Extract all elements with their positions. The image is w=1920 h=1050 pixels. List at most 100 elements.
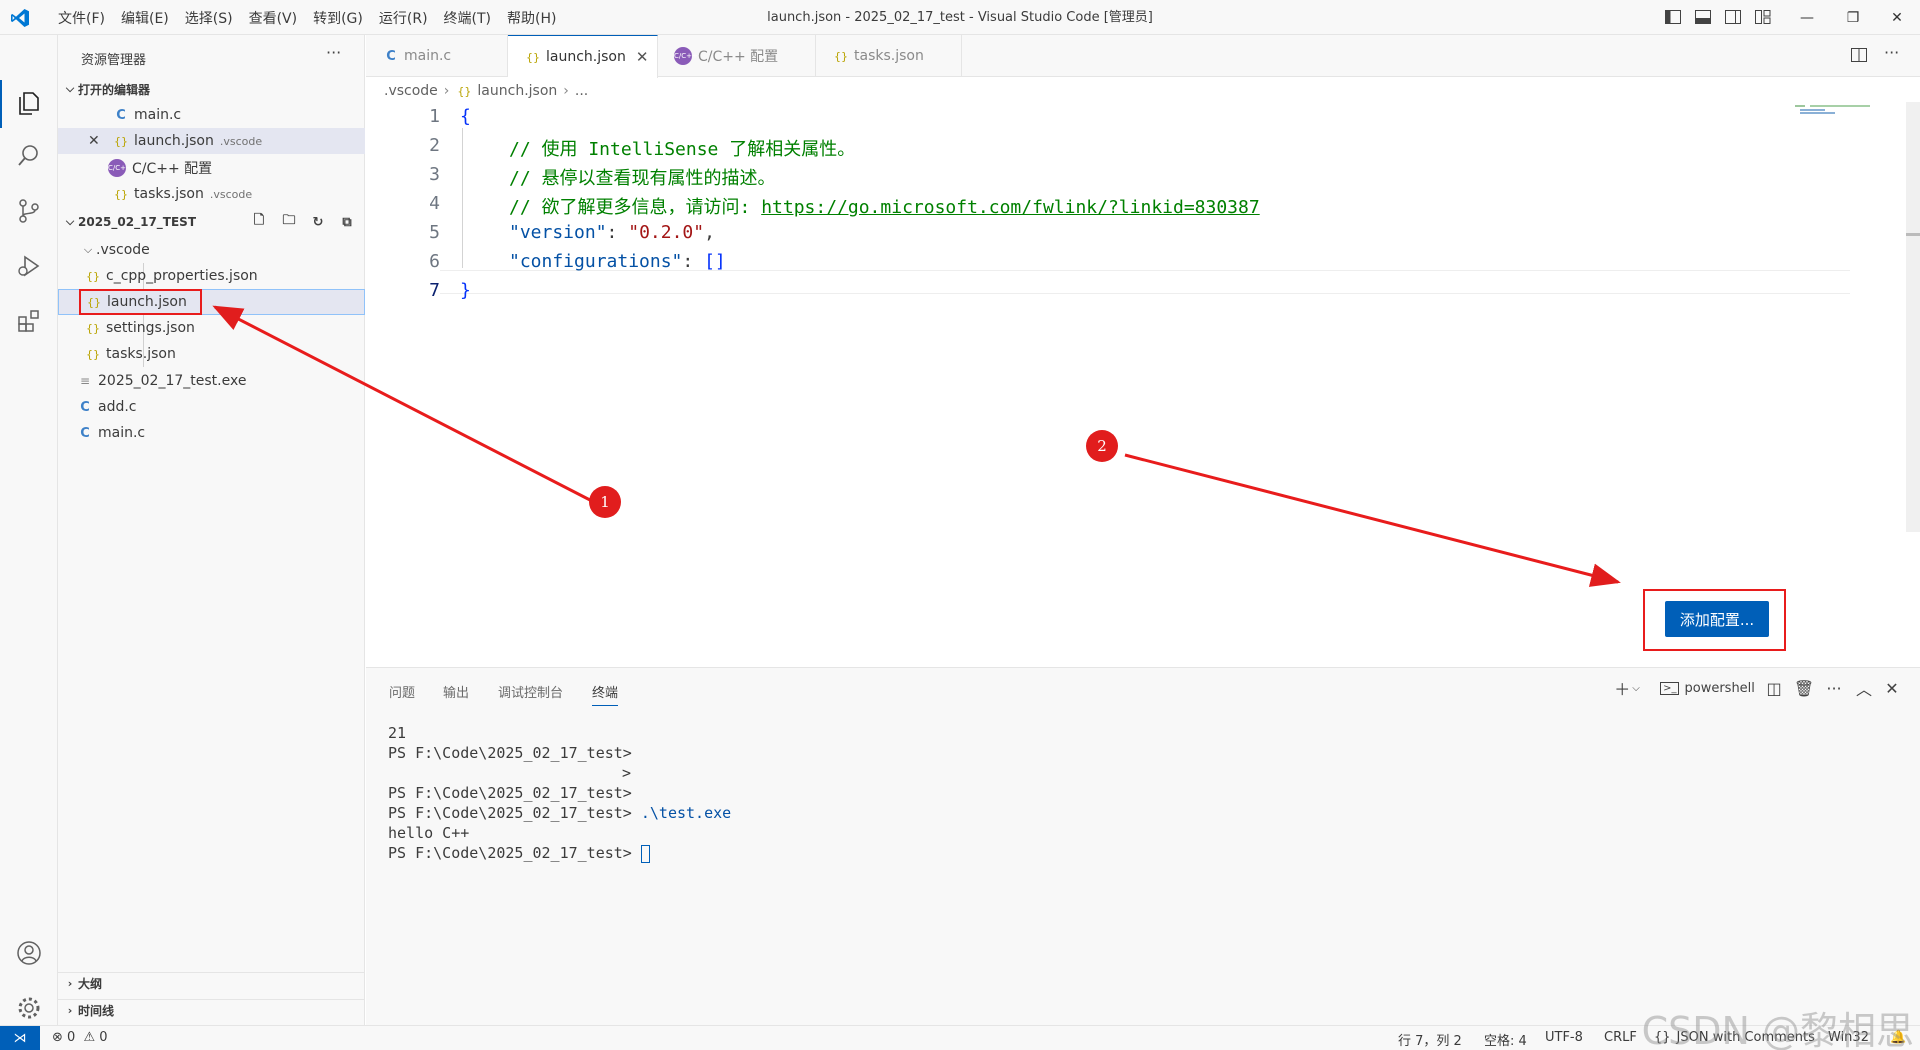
timeline-header[interactable]: › 时间线 <box>58 999 365 1021</box>
terminal-prompt[interactable]: PS F:\Code\2025_02_17_test> <box>388 844 650 863</box>
open-editors-header[interactable]: ⌵ 打开的编辑器 <box>58 78 365 100</box>
terminal-line: PS F:\Code\2025_02_17_test> <box>388 784 632 802</box>
indentation-status[interactable]: 空格: 4 <box>1484 1030 1527 1049</box>
c-file-icon: C <box>80 399 90 415</box>
warning-icon: ⚠ <box>83 1030 96 1045</box>
close-window-button[interactable]: ✕ <box>1874 0 1920 35</box>
panel-tab-problems[interactable]: 问题 <box>389 682 415 701</box>
tree-folder-vscode[interactable]: ⌵ .vscode <box>58 237 365 263</box>
more-actions-icon[interactable]: ··· <box>326 43 341 62</box>
tree-file-add-c[interactable]: C add.c <box>58 394 365 420</box>
customize-layout-icon[interactable] <box>1754 8 1772 26</box>
menu-terminal[interactable]: 终端(T) <box>436 8 499 28</box>
terminal-command: .\test.exe <box>640 804 732 822</box>
code-editor[interactable]: 1 2 3 4 5 6 7 { // 使用 IntelliSense 了解相关属… <box>366 102 1920 667</box>
explorer-icon[interactable] <box>13 87 45 119</box>
json-file-icon: {} <box>86 321 100 335</box>
source-control-icon[interactable] <box>13 195 45 227</box>
chevron-right-icon: › <box>443 83 450 99</box>
menu-run[interactable]: 运行(R) <box>371 8 436 28</box>
folder-header[interactable]: ⌵ 2025_02_17_TEST 🗋 🗀 ↻ ⧉ <box>58 211 365 233</box>
menu-view[interactable]: 查看(V) <box>241 8 306 28</box>
c-file-icon: C <box>386 48 396 64</box>
refresh-icon[interactable]: ↻ <box>307 211 329 233</box>
open-editor-main-c[interactable]: C main.c <box>58 102 365 128</box>
split-terminal-icon[interactable]: ◫ <box>1762 676 1786 700</box>
new-file-icon[interactable]: 🗋 <box>248 211 270 233</box>
terminal-icon: >_ <box>1660 681 1680 695</box>
toggle-secondary-sidebar-icon[interactable] <box>1724 8 1742 26</box>
editor-scrollbar[interactable] <box>1906 102 1920 532</box>
terminal-cursor <box>640 844 650 863</box>
line-number: 4 <box>429 193 440 214</box>
tab-tasks-json[interactable]: {} tasks.json <box>816 35 962 77</box>
chevron-right-icon: › <box>563 83 569 99</box>
open-editor-tasks-json[interactable]: {} tasks.json .vscode <box>58 181 365 207</box>
tab-launch-json[interactable]: {} launch.json ✕ <box>508 35 658 78</box>
split-editor-icon[interactable] <box>1850 46 1870 66</box>
new-terminal-icon[interactable]: ＋ ⌵ <box>1612 676 1642 700</box>
close-tab-icon[interactable]: ✕ <box>636 48 649 66</box>
terminal-line: PS F:\Code\2025_02_17_test> .\test.exe <box>388 804 732 822</box>
remote-indicator-icon[interactable]: ⋊ <box>0 1026 40 1050</box>
panel-tab-terminal[interactable]: 终端 <box>592 682 619 706</box>
toggle-primary-sidebar-icon[interactable] <box>1664 8 1682 26</box>
panel-more-actions-icon[interactable]: ··· <box>1822 676 1846 700</box>
extensions-icon[interactable] <box>13 305 45 337</box>
breadcrumb-file[interactable]: launch.json <box>477 83 557 99</box>
minimap[interactable] <box>1790 102 1880 122</box>
manage-gear-icon[interactable] <box>13 992 45 1024</box>
line-number: 2 <box>429 135 440 156</box>
cpp-config-icon: C/C++ <box>674 47 698 65</box>
close-panel-icon[interactable]: ✕ <box>1880 676 1904 700</box>
explorer-sidebar: 资源管理器 ··· ⌵ 打开的编辑器 C main.c ✕ {} launch.… <box>58 35 365 1025</box>
code-link[interactable]: https://go.microsoft.com/fwlink/?linkid=… <box>761 197 1260 218</box>
line-number: 3 <box>429 164 440 185</box>
menu-go[interactable]: 转到(G) <box>305 8 371 28</box>
new-folder-icon[interactable]: 🗀 <box>278 211 300 233</box>
menu-selection[interactable]: 选择(S) <box>177 8 241 28</box>
cursor-position[interactable]: 行 7，列 2 <box>1398 1030 1462 1049</box>
breadcrumb-folder[interactable]: .vscode <box>384 83 438 99</box>
open-editor-launch-json[interactable]: ✕ {} launch.json .vscode <box>58 128 365 154</box>
menu-edit[interactable]: 编辑(E) <box>113 8 177 28</box>
outline-header[interactable]: › 大纲 <box>58 972 365 994</box>
restore-button[interactable]: ❐ <box>1830 0 1876 35</box>
account-icon[interactable] <box>13 937 45 969</box>
breadcrumb: .vscode › {} launch.json › ... <box>384 80 588 102</box>
tree-file-main-c[interactable]: C main.c <box>58 420 365 446</box>
tab-main-c[interactable]: C main.c <box>366 35 508 77</box>
tree-file-tasks-json[interactable]: {} tasks.json <box>58 341 365 367</box>
terminal-shell-selector[interactable]: >_ powershell <box>1660 676 1755 700</box>
panel-tab-output[interactable]: 输出 <box>443 682 469 701</box>
menu-bar: 文件(F) 编辑(E) 选择(S) 查看(V) 转到(G) 运行(R) 终端(T… <box>50 0 564 35</box>
run-debug-icon[interactable] <box>13 250 45 282</box>
breadcrumb-more[interactable]: ... <box>575 83 588 99</box>
chevron-right-icon: › <box>67 1004 73 1017</box>
panel-tab-debug-console[interactable]: 调试控制台 <box>498 682 563 701</box>
encoding-status[interactable]: UTF-8 <box>1545 1030 1583 1045</box>
tab-cpp-config[interactable]: C/C++ C/C++ 配置 <box>658 35 816 77</box>
tree-file-settings-json[interactable]: {} settings.json <box>58 315 365 341</box>
menu-help[interactable]: 帮助(H) <box>499 8 564 28</box>
eol-status[interactable]: CRLF <box>1604 1030 1637 1045</box>
collapse-all-icon[interactable]: ⧉ <box>336 211 358 233</box>
tree-file-exe[interactable]: ≡ 2025_02_17_test.exe <box>58 368 365 394</box>
status-bar: ⋊ ⊗ 0 ⚠ 0 行 7，列 2 空格: 4 UTF-8 CRLF {} JSO… <box>0 1025 1920 1050</box>
kill-terminal-icon[interactable]: 🗑 <box>1792 676 1816 700</box>
close-editor-icon[interactable]: ✕ <box>88 133 112 149</box>
vscode-logo-icon <box>10 8 30 28</box>
problems-status[interactable]: ⊗ 0 ⚠ 0 <box>52 1030 108 1045</box>
open-editor-cpp-config[interactable]: C/C++ C/C++ 配置 <box>58 155 365 181</box>
toggle-panel-icon[interactable] <box>1694 8 1712 26</box>
tree-file-c-cpp-properties[interactable]: {} c_cpp_properties.json <box>58 263 365 289</box>
search-icon[interactable] <box>13 140 45 172</box>
annotation-badge-1: 1 <box>589 486 621 518</box>
scrollbar-cursor-marker <box>1906 233 1920 236</box>
minimize-button[interactable]: — <box>1784 0 1830 35</box>
menu-file[interactable]: 文件(F) <box>50 8 113 28</box>
json-file-icon: {} <box>526 50 540 64</box>
editor-more-actions-icon[interactable]: ··· <box>1884 43 1899 62</box>
maximize-panel-icon[interactable]: ︿ <box>1852 676 1876 700</box>
json-file-icon: {} <box>457 84 472 98</box>
